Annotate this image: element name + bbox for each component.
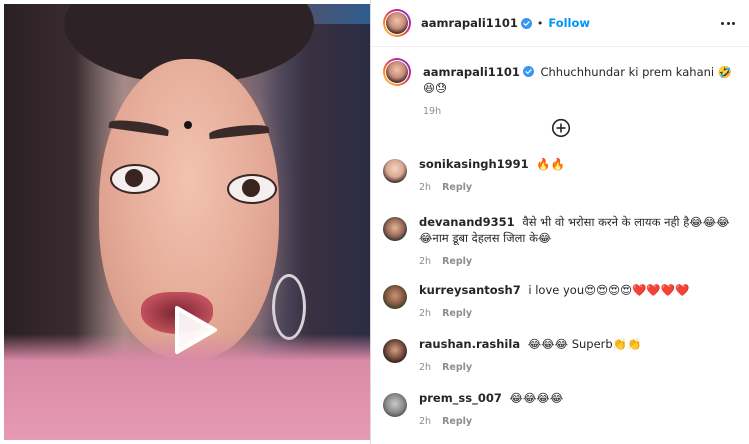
reply-button[interactable]: Reply [442, 416, 472, 427]
reply-button[interactable]: Reply [442, 308, 472, 319]
comment-username[interactable]: devanand9351 [419, 215, 515, 229]
commenter-avatar[interactable] [383, 159, 407, 183]
comment-meta: 2h Reply [419, 416, 737, 427]
comment-text: 🔥🔥 [536, 157, 565, 171]
comment-text: i love you😍😍😍😍❤️❤️❤️❤️ [528, 283, 690, 297]
comment-text-line: kurreysantosh7 i love you😍😍😍😍❤️❤️❤️❤️ [419, 282, 737, 298]
comment-time: 2h [419, 256, 432, 267]
comment-text-line: devanand9351 वैसे भी वो भरोसा करने के ला… [419, 214, 737, 246]
play-icon[interactable] [167, 304, 219, 356]
comment-time: 2h [419, 308, 432, 319]
media-eye-right [227, 174, 277, 204]
comment-username[interactable]: raushan.rashila [419, 337, 520, 351]
comment-text-line: sonikasingh1991 🔥🔥 [419, 156, 737, 172]
media-eye-left [110, 164, 160, 194]
reply-button[interactable]: Reply [442, 362, 472, 373]
caption-username[interactable]: aamrapali1101 [423, 65, 520, 79]
reply-button[interactable]: Reply [442, 256, 472, 267]
comment-time: 2h [419, 362, 432, 373]
comment-text-line: raushan.rashila 😂😂😂 Superb👏👏 [419, 336, 737, 352]
comment-text: 😂😂😂 Superb👏👏 [527, 337, 642, 351]
post-caption: aamrapali1101 Chhuchhundar ki prem kahan… [383, 58, 738, 117]
caption-text: aamrapali1101 Chhuchhundar ki prem kahan… [423, 64, 738, 96]
commenter-avatar[interactable] [383, 285, 407, 309]
comment-item: sonikasingh1991 🔥🔥 2h Reply [383, 156, 737, 193]
comment-text: 😂😂😂😂 [509, 391, 564, 405]
comment-item: kurreysantosh7 i love you😍😍😍😍❤️❤️❤️❤️ 2h… [383, 282, 737, 319]
comment-meta: 2h Reply [419, 362, 737, 373]
verified-badge-icon [522, 66, 534, 77]
commenter-avatar[interactable] [383, 339, 407, 363]
comment-username[interactable]: sonikasingh1991 [419, 157, 529, 171]
instagram-post: aamrapali1101 • Follow aamrapali1101 Chh… [0, 0, 749, 444]
author-username[interactable]: aamrapali1101 [421, 16, 518, 30]
verified-badge-icon [520, 17, 532, 29]
comment-username[interactable]: kurreysantosh7 [419, 283, 521, 297]
header-divider [371, 46, 749, 47]
comment-text-line: prem_ss_007 😂😂😂😂 [419, 390, 737, 406]
comment-meta: 2h Reply [419, 256, 737, 267]
caption-time: 19h [423, 106, 442, 117]
post-header: aamrapali1101 • Follow [371, 0, 749, 46]
media-earring [272, 274, 306, 340]
comment-item: raushan.rashila 😂😂😂 Superb👏👏 2h Reply [383, 336, 737, 373]
plus-circle-icon[interactable] [551, 118, 571, 138]
more-horizontal-icon[interactable] [721, 16, 735, 30]
comment-meta: 2h Reply [419, 182, 737, 193]
author-avatar[interactable] [383, 9, 411, 37]
commenter-avatar[interactable] [383, 217, 407, 241]
comment-time: 2h [419, 182, 432, 193]
post-side-panel: aamrapali1101 • Follow aamrapali1101 Chh… [371, 0, 749, 444]
media-bindi [184, 121, 192, 129]
commenter-avatar[interactable] [383, 393, 407, 417]
follow-button[interactable]: Follow [548, 16, 590, 30]
header-separator: • [536, 16, 544, 30]
comment-time: 2h [419, 416, 432, 427]
comment-item: devanand9351 वैसे भी वो भरोसा करने के ला… [383, 214, 737, 267]
comment-item: prem_ss_007 😂😂😂😂 2h Reply [383, 390, 737, 427]
reply-button[interactable]: Reply [442, 182, 472, 193]
post-video[interactable] [4, 4, 370, 440]
caption-avatar[interactable] [383, 58, 411, 86]
comment-meta: 2h Reply [419, 308, 737, 319]
comment-username[interactable]: prem_ss_007 [419, 391, 502, 405]
